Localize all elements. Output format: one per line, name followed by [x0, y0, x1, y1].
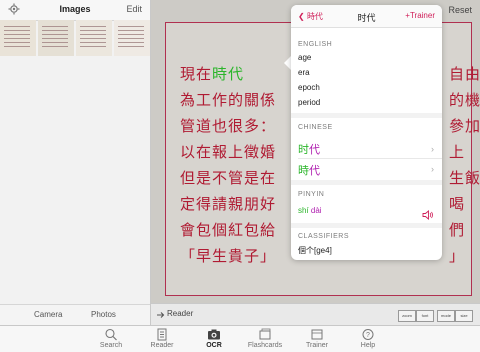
sidebar-header: Images Edit — [0, 0, 150, 21]
flashcards-icon — [259, 328, 271, 340]
tab-flashcards[interactable]: Flashcards — [245, 328, 285, 349]
doc-right-text: 生飯 — [449, 169, 480, 187]
tab-label: Reader — [150, 342, 174, 349]
reader-button[interactable]: Reader — [167, 309, 193, 318]
camera-button[interactable]: Camera — [34, 310, 62, 319]
chevron-right-icon: › — [431, 144, 434, 154]
image-thumbnail[interactable] — [0, 20, 36, 56]
doc-right-text: 參加 — [449, 117, 480, 135]
search-icon — [105, 328, 117, 341]
svg-text:?: ? — [366, 332, 370, 339]
doc-right-text: 」 — [449, 247, 466, 265]
pinyin-syllable: shí — [298, 206, 309, 215]
doc-right-text: 的機 — [449, 91, 480, 109]
size-toggle[interactable]: size — [455, 310, 473, 322]
tab-bar: Search Reader OCR Flashcards Trainer ? H… — [0, 325, 480, 352]
reset-button[interactable]: Reset — [448, 5, 472, 15]
image-thumbnail[interactable] — [38, 20, 74, 56]
char-green: 時 — [298, 165, 309, 177]
add-to-trainer-button[interactable]: +Trainer — [405, 11, 435, 20]
english-definition: epoch — [298, 83, 320, 92]
pinyin-syllable: dài — [310, 206, 322, 215]
char-green: 时 — [298, 144, 309, 156]
chinese-variant-row[interactable]: 時代 — [298, 162, 320, 178]
english-header: ENGLISH — [298, 41, 333, 48]
image-thumbnail[interactable] — [114, 20, 150, 56]
section-separator — [291, 113, 442, 118]
arrow-right-icon[interactable] — [157, 311, 165, 319]
mode-toggle[interactable]: mode — [437, 310, 455, 322]
row-divider — [298, 158, 442, 159]
section-separator — [291, 223, 442, 228]
photos-button[interactable]: Photos — [91, 310, 116, 319]
tab-label: OCR — [206, 342, 222, 349]
tab-search[interactable]: Search — [91, 328, 131, 349]
english-definition: era — [298, 68, 310, 77]
classifiers-header: CLASSIFIERS — [298, 233, 350, 240]
popover-header: ❮ 時代 时代 +Trainer — [291, 5, 442, 28]
chinese-variant-row[interactable]: 时代 — [298, 141, 320, 157]
section-separator — [291, 180, 442, 185]
trainer-icon — [311, 329, 323, 340]
zoom-toggle[interactable]: zoom — [398, 310, 416, 322]
dictionary-popover: ❮ 時代 时代 +Trainer ENGLISH age era epoch p… — [291, 5, 442, 260]
pinyin-header: PINYIN — [298, 191, 325, 198]
camera-icon — [208, 329, 220, 340]
doc-right-text: 們 — [449, 221, 466, 239]
chinese-header: CHINESE — [298, 124, 333, 131]
images-sidebar: Images Edit Camera Photos — [0, 0, 151, 326]
image-thumbnail[interactable] — [76, 20, 112, 56]
sidebar-footer: Camera Photos — [0, 304, 150, 326]
pinyin-row: shí dài — [298, 206, 322, 215]
char-purple: 代 — [309, 165, 320, 177]
doc-text: 現在 — [180, 65, 213, 83]
reader-icon — [157, 328, 167, 341]
english-definition: age — [298, 53, 312, 62]
tab-reader[interactable]: Reader — [142, 328, 182, 349]
doc-right-text: 喝 — [449, 195, 466, 213]
tab-label: Search — [99, 342, 123, 349]
classifier-row: 個个[ge4] — [298, 246, 332, 255]
tab-label: Trainer — [306, 342, 328, 349]
tab-label: Help — [360, 342, 376, 349]
chevron-right-icon: › — [431, 164, 434, 174]
selected-word[interactable]: 時代 — [212, 65, 244, 83]
char-purple: 代 — [309, 144, 320, 156]
font-toggle[interactable]: font — [416, 310, 434, 322]
speaker-icon[interactable] — [422, 210, 434, 220]
doc-right-text: 上 — [449, 143, 466, 161]
edit-button[interactable]: Edit — [126, 4, 142, 14]
english-definition: period — [298, 98, 321, 107]
doc-right-text: 自由 — [449, 65, 480, 83]
tab-trainer[interactable]: Trainer — [297, 328, 337, 349]
image-thumbnails — [0, 20, 150, 56]
help-icon: ? — [362, 329, 374, 340]
tab-label: Flashcards — [247, 342, 283, 349]
tab-help[interactable]: ? Help — [348, 328, 388, 349]
tab-ocr[interactable]: OCR — [194, 328, 234, 349]
reader-bar: Reader zoom font mode size — [151, 303, 480, 326]
